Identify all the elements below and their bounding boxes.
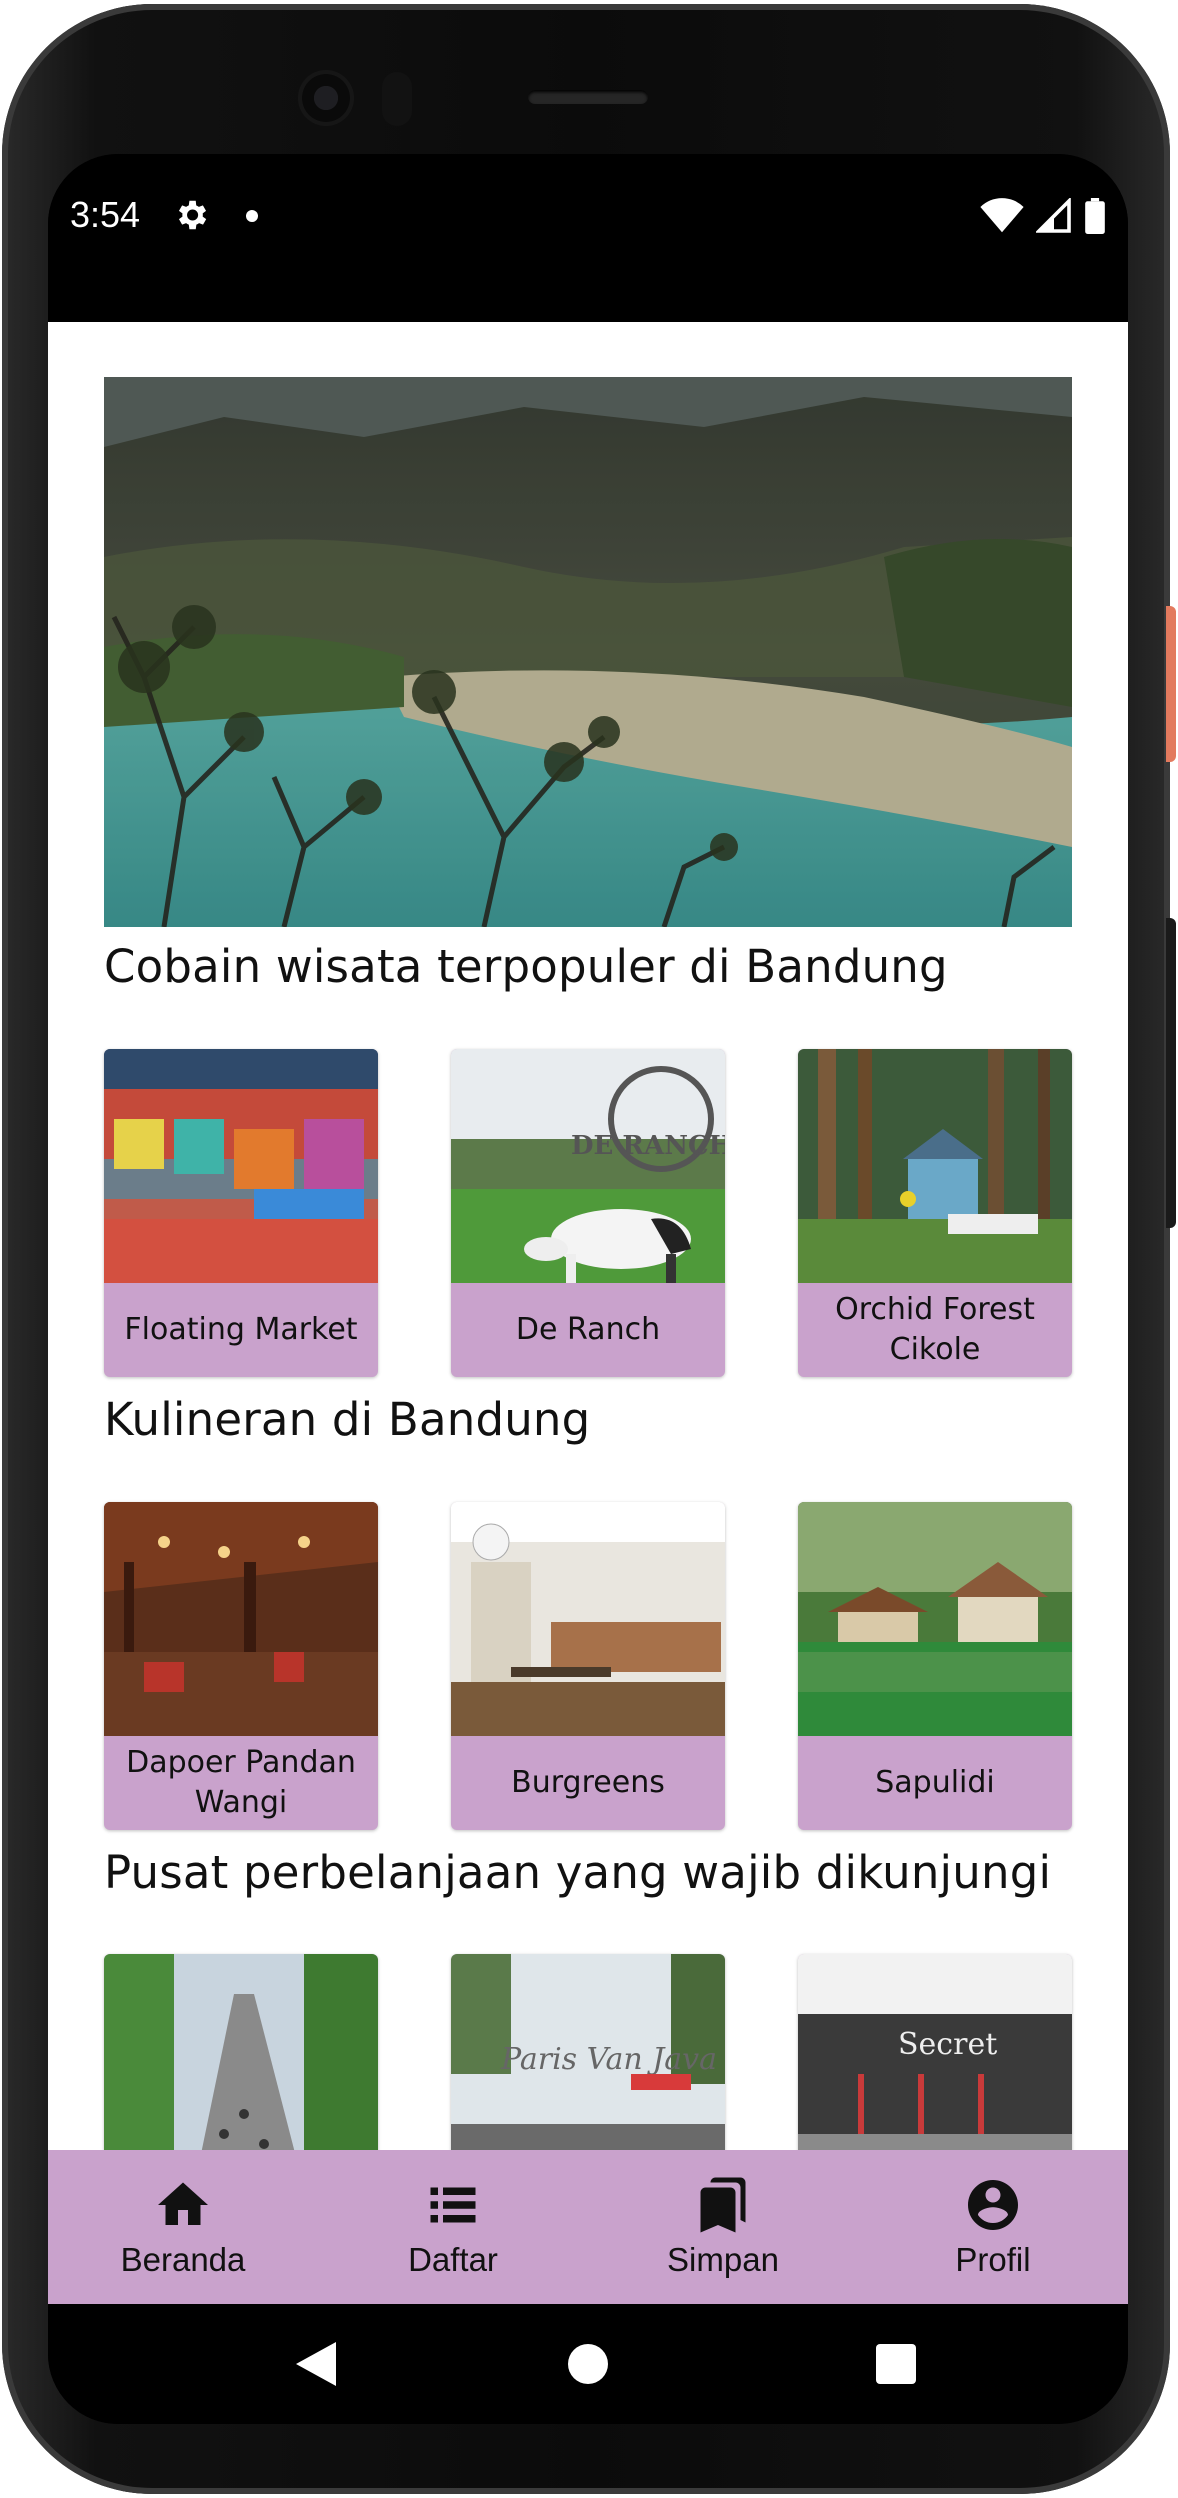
status-time: 3:54 [70, 194, 141, 235]
wifi-icon [980, 198, 1024, 233]
section-title-shopping: Pusat perbelanjaan yang wajib dikunjungi [104, 1846, 1052, 1899]
nav-label: Profil [955, 2241, 1031, 2278]
home-circle-icon[interactable] [568, 2344, 608, 2384]
svg-text:Secret: Secret [898, 2027, 997, 2062]
card-de-ranch[interactable]: DE RANCH De Ranch [451, 1049, 725, 1377]
volume-button [1166, 918, 1176, 1228]
list-icon [430, 2187, 476, 2223]
front-camera [298, 70, 354, 126]
card-dapoer-pandan-wangi[interactable]: Dapoer Pandan Wangi [104, 1502, 378, 1830]
sapulidi-image [798, 1502, 1072, 1736]
card-label: Sapulidi [875, 1765, 995, 1800]
section-title-culinary: Kulineran di Bandung [104, 1393, 591, 1446]
recent-apps-icon[interactable] [876, 2344, 916, 2384]
burgreens-image [451, 1502, 725, 1736]
home-icon [158, 2182, 208, 2225]
battery-icon [1085, 198, 1105, 234]
nav-item-daftar[interactable]: Daftar [318, 2150, 588, 2304]
status-bar: 3:54 [48, 154, 1128, 322]
card-label: Orchid Forest Cikole [835, 1292, 1035, 1367]
card-sapulidi[interactable]: Sapulidi [798, 1502, 1072, 1830]
proximity-sensor [382, 72, 412, 126]
bookmarks-icon [700, 2177, 746, 2233]
floating-market-image [104, 1049, 378, 1283]
card-the-secret-outlet[interactable]: Secret [798, 1954, 1072, 2150]
nav-item-simpan[interactable]: Simpan [588, 2150, 858, 2304]
phone-frame: 3:54 Cobain wisata terpopuler di Bandung… [2, 4, 1170, 2494]
power-button [1166, 606, 1176, 762]
settings-gear-icon [178, 200, 207, 230]
home-scroll-content[interactable]: Cobain wisata terpopuler di Bandung Floa… [48, 322, 1128, 2150]
nav-item-profil[interactable]: Profil [858, 2150, 1128, 2304]
status-icons [980, 196, 1106, 236]
svg-text:Paris Van Java: Paris Van Java [500, 2042, 717, 2077]
nav-item-beranda[interactable]: Beranda [48, 2150, 318, 2304]
bottom-navigation: Beranda Daftar Simpan Profil [48, 2150, 1128, 2304]
svg-text:DE RANCH: DE RANCH [571, 1131, 725, 1161]
system-navigation-bar [48, 2304, 1128, 2424]
back-icon[interactable] [296, 2342, 336, 2386]
screen: 3:54 Cobain wisata terpopuler di Bandung… [48, 154, 1128, 2424]
notification-dot-icon [246, 210, 258, 222]
card-label: Dapoer Pandan Wangi [126, 1745, 356, 1820]
nav-label: Beranda [120, 2241, 246, 2278]
card-burgreens[interactable]: Burgreens [451, 1502, 725, 1830]
nav-label: Simpan [667, 2241, 779, 2278]
de-ranch-image: DE RANCH [451, 1049, 725, 1283]
card-street-market[interactable] [104, 1954, 378, 2150]
street-market-image [104, 1954, 378, 2150]
secret-factory-outlet-image: Secret [798, 1954, 1072, 2150]
orchid-forest-image [798, 1049, 1072, 1283]
card-orchid-forest[interactable]: Orchid Forest Cikole [798, 1049, 1072, 1377]
paris-van-java-image: Paris Van Java [451, 1954, 725, 2150]
hero-image [104, 377, 1072, 927]
nav-label: Daftar [408, 2241, 498, 2278]
card-label: Floating Market [124, 1312, 358, 1347]
cell-signal-icon [1036, 198, 1071, 233]
card-label: Burgreens [511, 1765, 665, 1800]
card-label: De Ranch [515, 1312, 661, 1347]
earpiece-speaker [528, 90, 648, 104]
card-floating-market[interactable]: Floating Market [104, 1049, 378, 1377]
account-circle-icon [968, 2180, 1018, 2230]
section-title-popular-tourism: Cobain wisata terpopuler di Bandung [104, 940, 948, 993]
card-paris-van-java[interactable]: Paris Van Java [451, 1954, 725, 2150]
dapoer-pandan-wangi-image [104, 1502, 378, 1736]
